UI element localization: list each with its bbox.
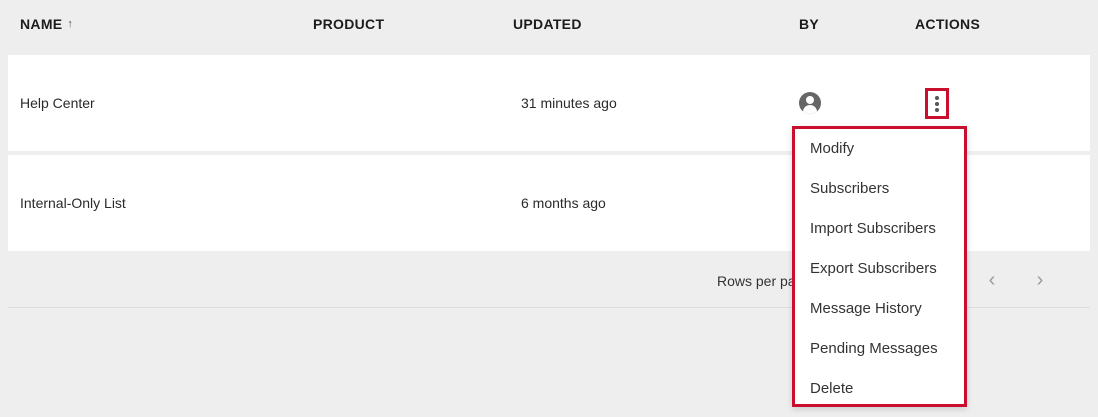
more-actions-button[interactable] [925, 88, 949, 119]
user-avatar-icon [799, 92, 821, 114]
menu-item-delete[interactable]: Delete [795, 370, 964, 410]
menu-item-import-subscribers[interactable]: Import Subscribers [795, 210, 964, 250]
column-header-updated[interactable]: UPDATED [513, 16, 582, 32]
column-header-product[interactable]: PRODUCT [313, 16, 384, 32]
row-updated: 31 minutes ago [521, 95, 617, 111]
menu-item-subscribers[interactable]: Subscribers [795, 170, 964, 210]
column-header-by[interactable]: BY [799, 16, 819, 32]
menu-item-export-subscribers[interactable]: Export Subscribers [795, 250, 964, 290]
column-header-updated-label: UPDATED [513, 16, 582, 32]
column-header-actions: ACTIONS [915, 16, 980, 32]
rows-per-page-label: Rows per pa [717, 273, 796, 289]
row-name: Help Center [20, 95, 95, 111]
column-header-name-label: NAME [20, 16, 63, 32]
chevron-left-icon[interactable]: ‹ [982, 269, 1002, 291]
column-header-product-label: PRODUCT [313, 16, 385, 32]
column-header-name[interactable]: NAME ↑ [20, 16, 73, 32]
row-updated: 6 months ago [521, 195, 606, 211]
menu-item-message-history[interactable]: Message History [795, 290, 964, 330]
actions-menu: Modify Subscribers Import Subscribers Ex… [792, 126, 967, 407]
arrow-up-icon: ↑ [67, 18, 74, 30]
mailing-lists-table-view: NAME ↑ PRODUCT UPDATED BY ACTIONS Help C… [0, 0, 1098, 417]
more-vert-icon [935, 95, 939, 113]
column-header-by-label: BY [799, 16, 820, 32]
menu-item-modify[interactable]: Modify [795, 130, 964, 170]
menu-item-pending-messages[interactable]: Pending Messages [795, 330, 964, 370]
chevron-right-icon[interactable]: › [1030, 269, 1050, 291]
row-name: Internal-Only List [20, 195, 126, 211]
table-header: NAME ↑ PRODUCT UPDATED BY ACTIONS [0, 0, 1098, 52]
column-header-actions-label: ACTIONS [915, 16, 981, 32]
